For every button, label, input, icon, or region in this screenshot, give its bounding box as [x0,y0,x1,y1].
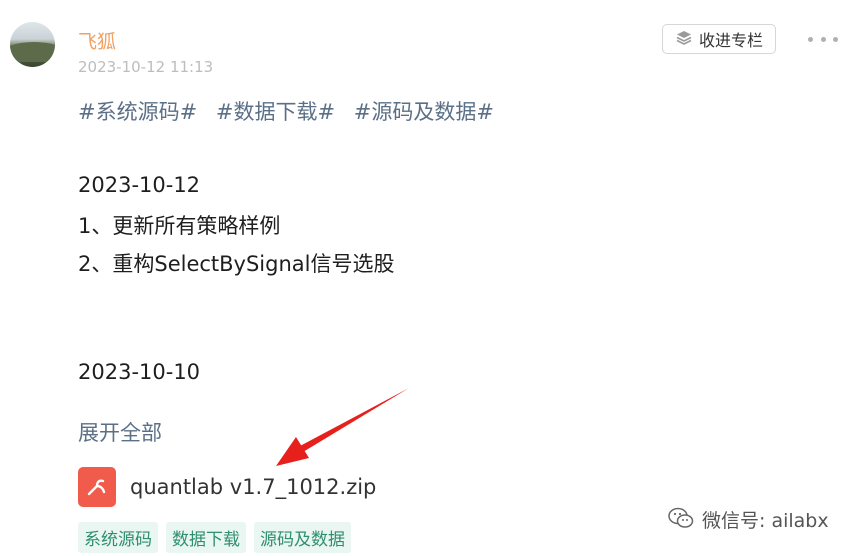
more-dot [820,36,826,42]
collect-to-column-button[interactable]: 收进专栏 [662,24,776,54]
author-name[interactable]: 飞狐 [78,27,116,54]
topic-tag[interactable]: 系统源码 [78,522,158,553]
post-text-line: 2023-10-10 [78,360,201,384]
expand-all-link[interactable]: 展开全部 [78,417,162,447]
more-options-button[interactable] [808,30,838,48]
topic-tag[interactable]: 源码及数据 [254,522,351,553]
more-dot [833,36,838,42]
watermark-text: 微信号: ailabx [702,510,829,532]
avatar-landscape [10,42,55,62]
hashtag-list: #系统源码# #数据下载# #源码及数据# [78,96,506,126]
more-dot [808,36,813,42]
wechat-icon [668,507,694,533]
wechat-watermark: 微信号: ailabx [668,506,829,533]
hashtag-link[interactable]: #源码及数据# [354,100,494,124]
hashtag-link[interactable]: #数据下载# [216,100,335,124]
layers-icon [675,29,693,49]
pdf-file-icon [78,467,116,507]
collect-button-label: 收进专栏 [698,31,763,50]
post-text-line: 2023-10-12 [78,173,201,197]
attachment-name: quantlab v1.7_1012.zip [130,475,377,499]
tag-list: 系统源码 数据下载 源码及数据 [78,522,351,553]
avatar[interactable] [10,22,55,67]
hashtag-link[interactable]: #系统源码# [78,100,197,124]
attachment-file[interactable]: quantlab v1.7_1012.zip [78,467,376,507]
post-text-line: 1、更新所有策略样例 [78,214,281,238]
post-timestamp: 2023-10-12 11:13 [78,58,214,76]
topic-tag[interactable]: 数据下载 [166,522,246,553]
post-text-line: 2、重构SelectBySignal信号选股 [78,252,395,276]
